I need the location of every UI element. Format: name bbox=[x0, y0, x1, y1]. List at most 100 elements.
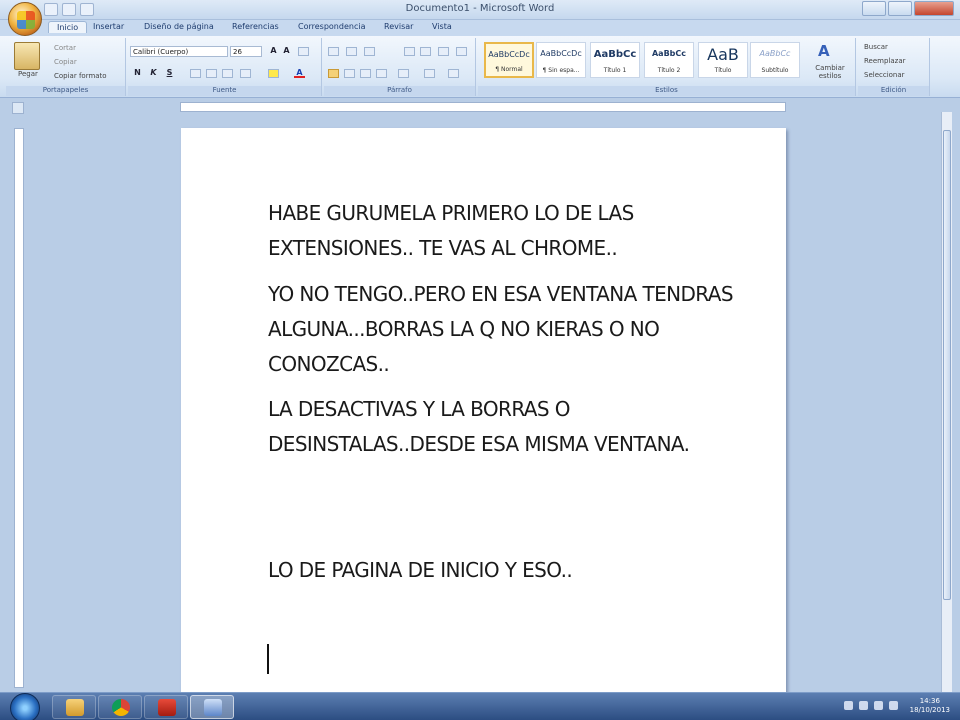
taskbar-explorer[interactable] bbox=[52, 695, 96, 719]
taskbar: 14:36 18/10/2013 bbox=[0, 692, 960, 720]
style-name: Título bbox=[714, 67, 732, 74]
tab-inicio[interactable]: Inicio bbox=[48, 21, 88, 33]
clipboard-group-label: Portapapeles bbox=[6, 86, 125, 96]
superscript-icon[interactable] bbox=[222, 69, 233, 78]
styles-group-label: Estilos bbox=[478, 86, 855, 96]
style-name: ¶ Sin espa... bbox=[542, 67, 580, 74]
folder-icon bbox=[66, 699, 84, 716]
clock[interactable]: 14:36 18/10/2013 bbox=[910, 697, 950, 715]
close-button[interactable] bbox=[914, 1, 954, 16]
editing-group-label: Edición bbox=[858, 86, 929, 96]
editing-group: Buscar Reemplazar Seleccionar Edición bbox=[858, 38, 930, 96]
scrollbar-thumb[interactable] bbox=[943, 130, 951, 600]
document-page[interactable]: HABE GURUMELA PRIMERO LO DE LAS EXTENSIO… bbox=[181, 128, 786, 694]
cut-button[interactable]: Cortar bbox=[54, 44, 76, 52]
font-group: Calibri (Cuerpo) 26 A A N K S A Fuente bbox=[128, 38, 322, 96]
style-sample: AaBbCcDc bbox=[488, 50, 530, 59]
align-right-icon[interactable] bbox=[360, 69, 371, 78]
italic-icon[interactable]: K bbox=[148, 68, 159, 78]
horizontal-ruler[interactable] bbox=[180, 102, 786, 112]
font-size-dropdown[interactable]: 26 bbox=[230, 46, 262, 57]
multilevel-list-icon[interactable] bbox=[364, 47, 375, 56]
taskbar-chrome[interactable] bbox=[98, 695, 142, 719]
tray-arrow-icon[interactable] bbox=[844, 701, 853, 710]
paragraph-group-label: Párrafo bbox=[324, 86, 475, 96]
style-title[interactable]: AaB Título bbox=[698, 42, 748, 78]
font-color-icon[interactable]: A bbox=[294, 68, 305, 78]
maximize-button[interactable] bbox=[888, 1, 912, 16]
increase-indent-icon[interactable] bbox=[420, 47, 431, 56]
document-paragraph: YO NO TENGO..PERO EN ESA VENTANA TENDRAS… bbox=[268, 282, 739, 376]
style-normal[interactable]: AaBbCcDc ¶ Normal bbox=[484, 42, 534, 78]
clear-format-icon[interactable] bbox=[298, 47, 309, 56]
font-group-label: Fuente bbox=[128, 86, 321, 96]
style-name: ¶ Normal bbox=[495, 66, 523, 73]
minimize-button[interactable] bbox=[862, 1, 886, 16]
line-spacing-icon[interactable] bbox=[398, 69, 409, 78]
paragraph-group: Párrafo bbox=[324, 38, 476, 96]
sort-icon[interactable] bbox=[438, 47, 449, 56]
ribbon: Pegar Cortar Copiar Copiar formato Porta… bbox=[0, 36, 960, 98]
document-paragraph: LA DESACTIVAS Y LA BORRAS O DESINSTALAS.… bbox=[268, 397, 690, 456]
pilcrow-icon[interactable] bbox=[456, 47, 467, 56]
vertical-ruler bbox=[14, 128, 24, 688]
find-button[interactable]: Buscar bbox=[864, 43, 888, 51]
style-sample: AaBbCcDc bbox=[540, 49, 582, 58]
flag-icon[interactable] bbox=[859, 701, 868, 710]
office-button[interactable] bbox=[8, 2, 42, 36]
strikethrough-icon[interactable] bbox=[190, 69, 201, 78]
bullets-icon[interactable] bbox=[328, 47, 339, 56]
document-paragraph: HABE GURUMELA PRIMERO LO DE LAS EXTENSIO… bbox=[268, 201, 640, 260]
select-button[interactable]: Seleccionar bbox=[864, 71, 905, 79]
subscript-icon[interactable] bbox=[206, 69, 217, 78]
system-tray bbox=[844, 701, 898, 710]
ribbon-tabs: Inicio Insertar Diseño de página Referen… bbox=[0, 20, 960, 36]
numbering-icon[interactable] bbox=[346, 47, 357, 56]
taskbar-media[interactable] bbox=[144, 695, 188, 719]
styles-group: AaBbCcDc ¶ Normal AaBbCcDc ¶ Sin espa...… bbox=[478, 38, 856, 96]
copy-button[interactable]: Copiar bbox=[54, 58, 77, 66]
highlight-icon[interactable] bbox=[268, 69, 279, 78]
font-name-dropdown[interactable]: Calibri (Cuerpo) bbox=[130, 46, 228, 57]
justify-icon[interactable] bbox=[376, 69, 387, 78]
style-heading-1[interactable]: AaBbCc Título 1 bbox=[590, 42, 640, 78]
tab-insertar[interactable]: Insertar bbox=[93, 22, 124, 31]
window-controls bbox=[862, 1, 954, 16]
volume-icon[interactable] bbox=[889, 701, 898, 710]
align-center-icon[interactable] bbox=[344, 69, 355, 78]
borders-icon[interactable] bbox=[448, 69, 459, 78]
shrink-font-icon[interactable]: A bbox=[281, 46, 292, 56]
clipboard-group: Pegar Cortar Copiar Copiar formato Porta… bbox=[6, 38, 126, 96]
ruler-toggle-button[interactable] bbox=[12, 102, 24, 114]
paste-button[interactable] bbox=[14, 42, 40, 70]
bold-icon[interactable]: N bbox=[132, 68, 143, 78]
taskbar-word[interactable] bbox=[190, 695, 234, 719]
clock-date: 18/10/2013 bbox=[909, 706, 950, 714]
style-heading-2[interactable]: AaBbCc Título 2 bbox=[644, 42, 694, 78]
format-painter-button[interactable]: Copiar formato bbox=[54, 72, 107, 80]
style-sample: AaBbCc bbox=[759, 49, 791, 58]
change-styles-button[interactable]: Cambiar estilos bbox=[810, 64, 850, 80]
replace-button[interactable]: Reemplazar bbox=[864, 57, 906, 65]
word-icon bbox=[204, 699, 222, 716]
network-icon[interactable] bbox=[874, 701, 883, 710]
tab-diseno-de-pagina[interactable]: Diseño de página bbox=[144, 22, 214, 31]
align-left-icon[interactable] bbox=[328, 69, 339, 78]
chrome-icon bbox=[112, 699, 130, 716]
start-button[interactable] bbox=[10, 693, 40, 720]
tab-referencias[interactable]: Referencias bbox=[232, 22, 279, 31]
vertical-scrollbar[interactable] bbox=[941, 112, 952, 692]
shading-icon[interactable] bbox=[424, 69, 435, 78]
grow-font-icon[interactable]: A bbox=[268, 46, 279, 56]
style-name: Subtítulo bbox=[761, 67, 789, 74]
change-case-icon[interactable] bbox=[240, 69, 251, 78]
title-bar: Documento1 - Microsoft Word bbox=[0, 0, 960, 20]
tab-revisar[interactable]: Revisar bbox=[384, 22, 413, 31]
tab-correspondencia[interactable]: Correspondencia bbox=[298, 22, 365, 31]
underline-icon[interactable]: S bbox=[164, 68, 175, 78]
style-subtitle[interactable]: AaBbCc Subtítulo bbox=[750, 42, 800, 78]
document-paragraph: LO DE PAGINA DE INICIO Y ESO.. bbox=[268, 558, 573, 582]
decrease-indent-icon[interactable] bbox=[404, 47, 415, 56]
style-no-spacing[interactable]: AaBbCcDc ¶ Sin espa... bbox=[536, 42, 586, 78]
tab-vista[interactable]: Vista bbox=[432, 22, 452, 31]
